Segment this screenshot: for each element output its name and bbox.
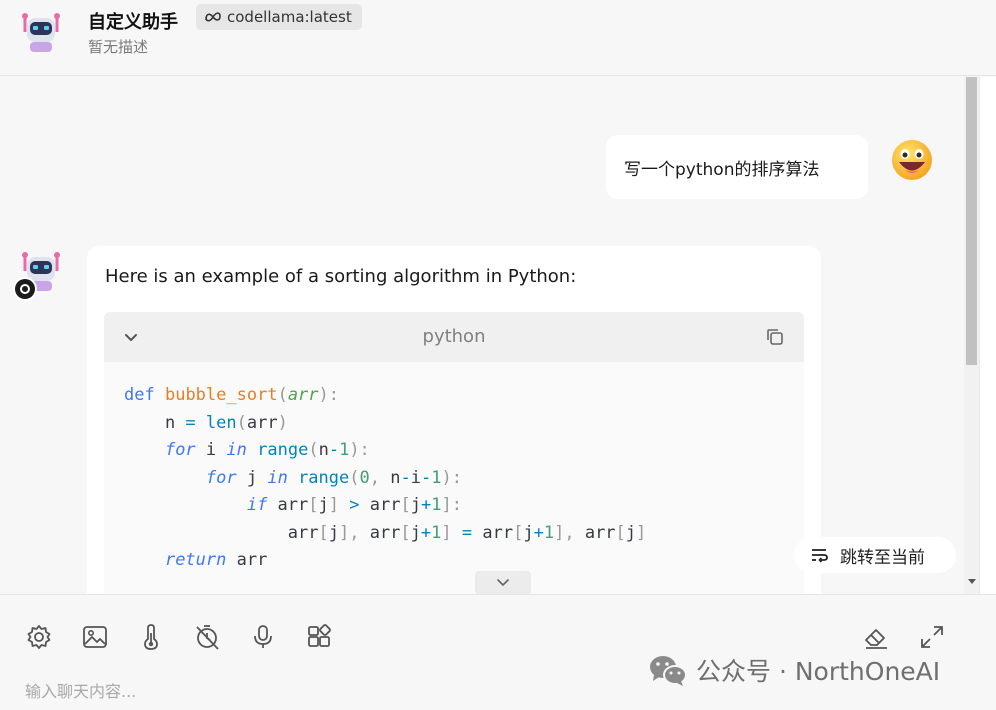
robot-avatar-icon xyxy=(22,13,60,52)
watermark: 公众号 · NorthOneAI xyxy=(648,652,940,688)
side-panel-edge xyxy=(979,77,996,594)
eraser-icon[interactable] xyxy=(862,623,890,651)
expand-code-button[interactable] xyxy=(475,571,531,594)
code-block-header: python xyxy=(104,312,804,362)
chat-scrollbar[interactable] xyxy=(964,77,979,594)
code-content: def bubble_sort(arr): n = len(arr) for i… xyxy=(124,385,647,570)
chevron-down-icon xyxy=(497,579,509,586)
code-block: python def bubble_sort(arr): n = len(arr… xyxy=(104,312,804,594)
scroll-down-arrow-icon[interactable] xyxy=(968,579,976,584)
assistant-message-text: Here is an example of a sorting algorith… xyxy=(105,266,577,287)
chat-messages: 写一个python的排序算法 Here is an example of a s… xyxy=(0,77,964,594)
user-message-text: 写一个python的排序算法 xyxy=(624,159,820,180)
plugins-icon[interactable] xyxy=(305,623,333,651)
jump-to-latest-label: 跳转至当前 xyxy=(840,547,925,568)
image-icon[interactable] xyxy=(81,623,109,651)
jump-to-latest-button[interactable]: 跳转至当前 xyxy=(794,537,956,573)
model-name: codellama:latest xyxy=(227,8,352,26)
model-status-badge xyxy=(13,277,37,301)
user-message: 写一个python的排序算法 xyxy=(606,135,868,199)
grinning-face-avatar-icon xyxy=(892,140,932,180)
chat-input-placeholder[interactable]: 输入聊天内容... xyxy=(25,678,136,702)
assistant-message: Here is an example of a sorting algorith… xyxy=(87,246,821,594)
history-off-icon[interactable] xyxy=(193,623,221,651)
chat-input-area: 输入聊天内容... 公众号 · NorthOneAI xyxy=(0,594,996,710)
thermometer-icon[interactable] xyxy=(137,623,165,651)
copy-icon[interactable] xyxy=(764,326,786,348)
code-language-label: python xyxy=(422,326,486,347)
chat-header: 自定义助手 codellama:latest 暂无描述 xyxy=(0,0,996,76)
ollama-icon xyxy=(15,279,35,299)
assistant-title: 自定义助手 xyxy=(88,12,178,33)
settings-icon[interactable] xyxy=(25,623,53,651)
model-tag[interactable]: codellama:latest xyxy=(196,4,362,30)
scrollbar-thumb[interactable] xyxy=(966,77,977,365)
wechat-icon xyxy=(650,656,687,686)
assistant-description: 暂无描述 xyxy=(88,38,149,56)
expand-icon[interactable] xyxy=(918,623,946,651)
watermark-text: 公众号 · NorthOneAI xyxy=(696,657,941,686)
wrap-text-icon xyxy=(812,549,828,563)
meta-logo-icon xyxy=(205,12,221,22)
microphone-icon[interactable] xyxy=(249,623,277,651)
